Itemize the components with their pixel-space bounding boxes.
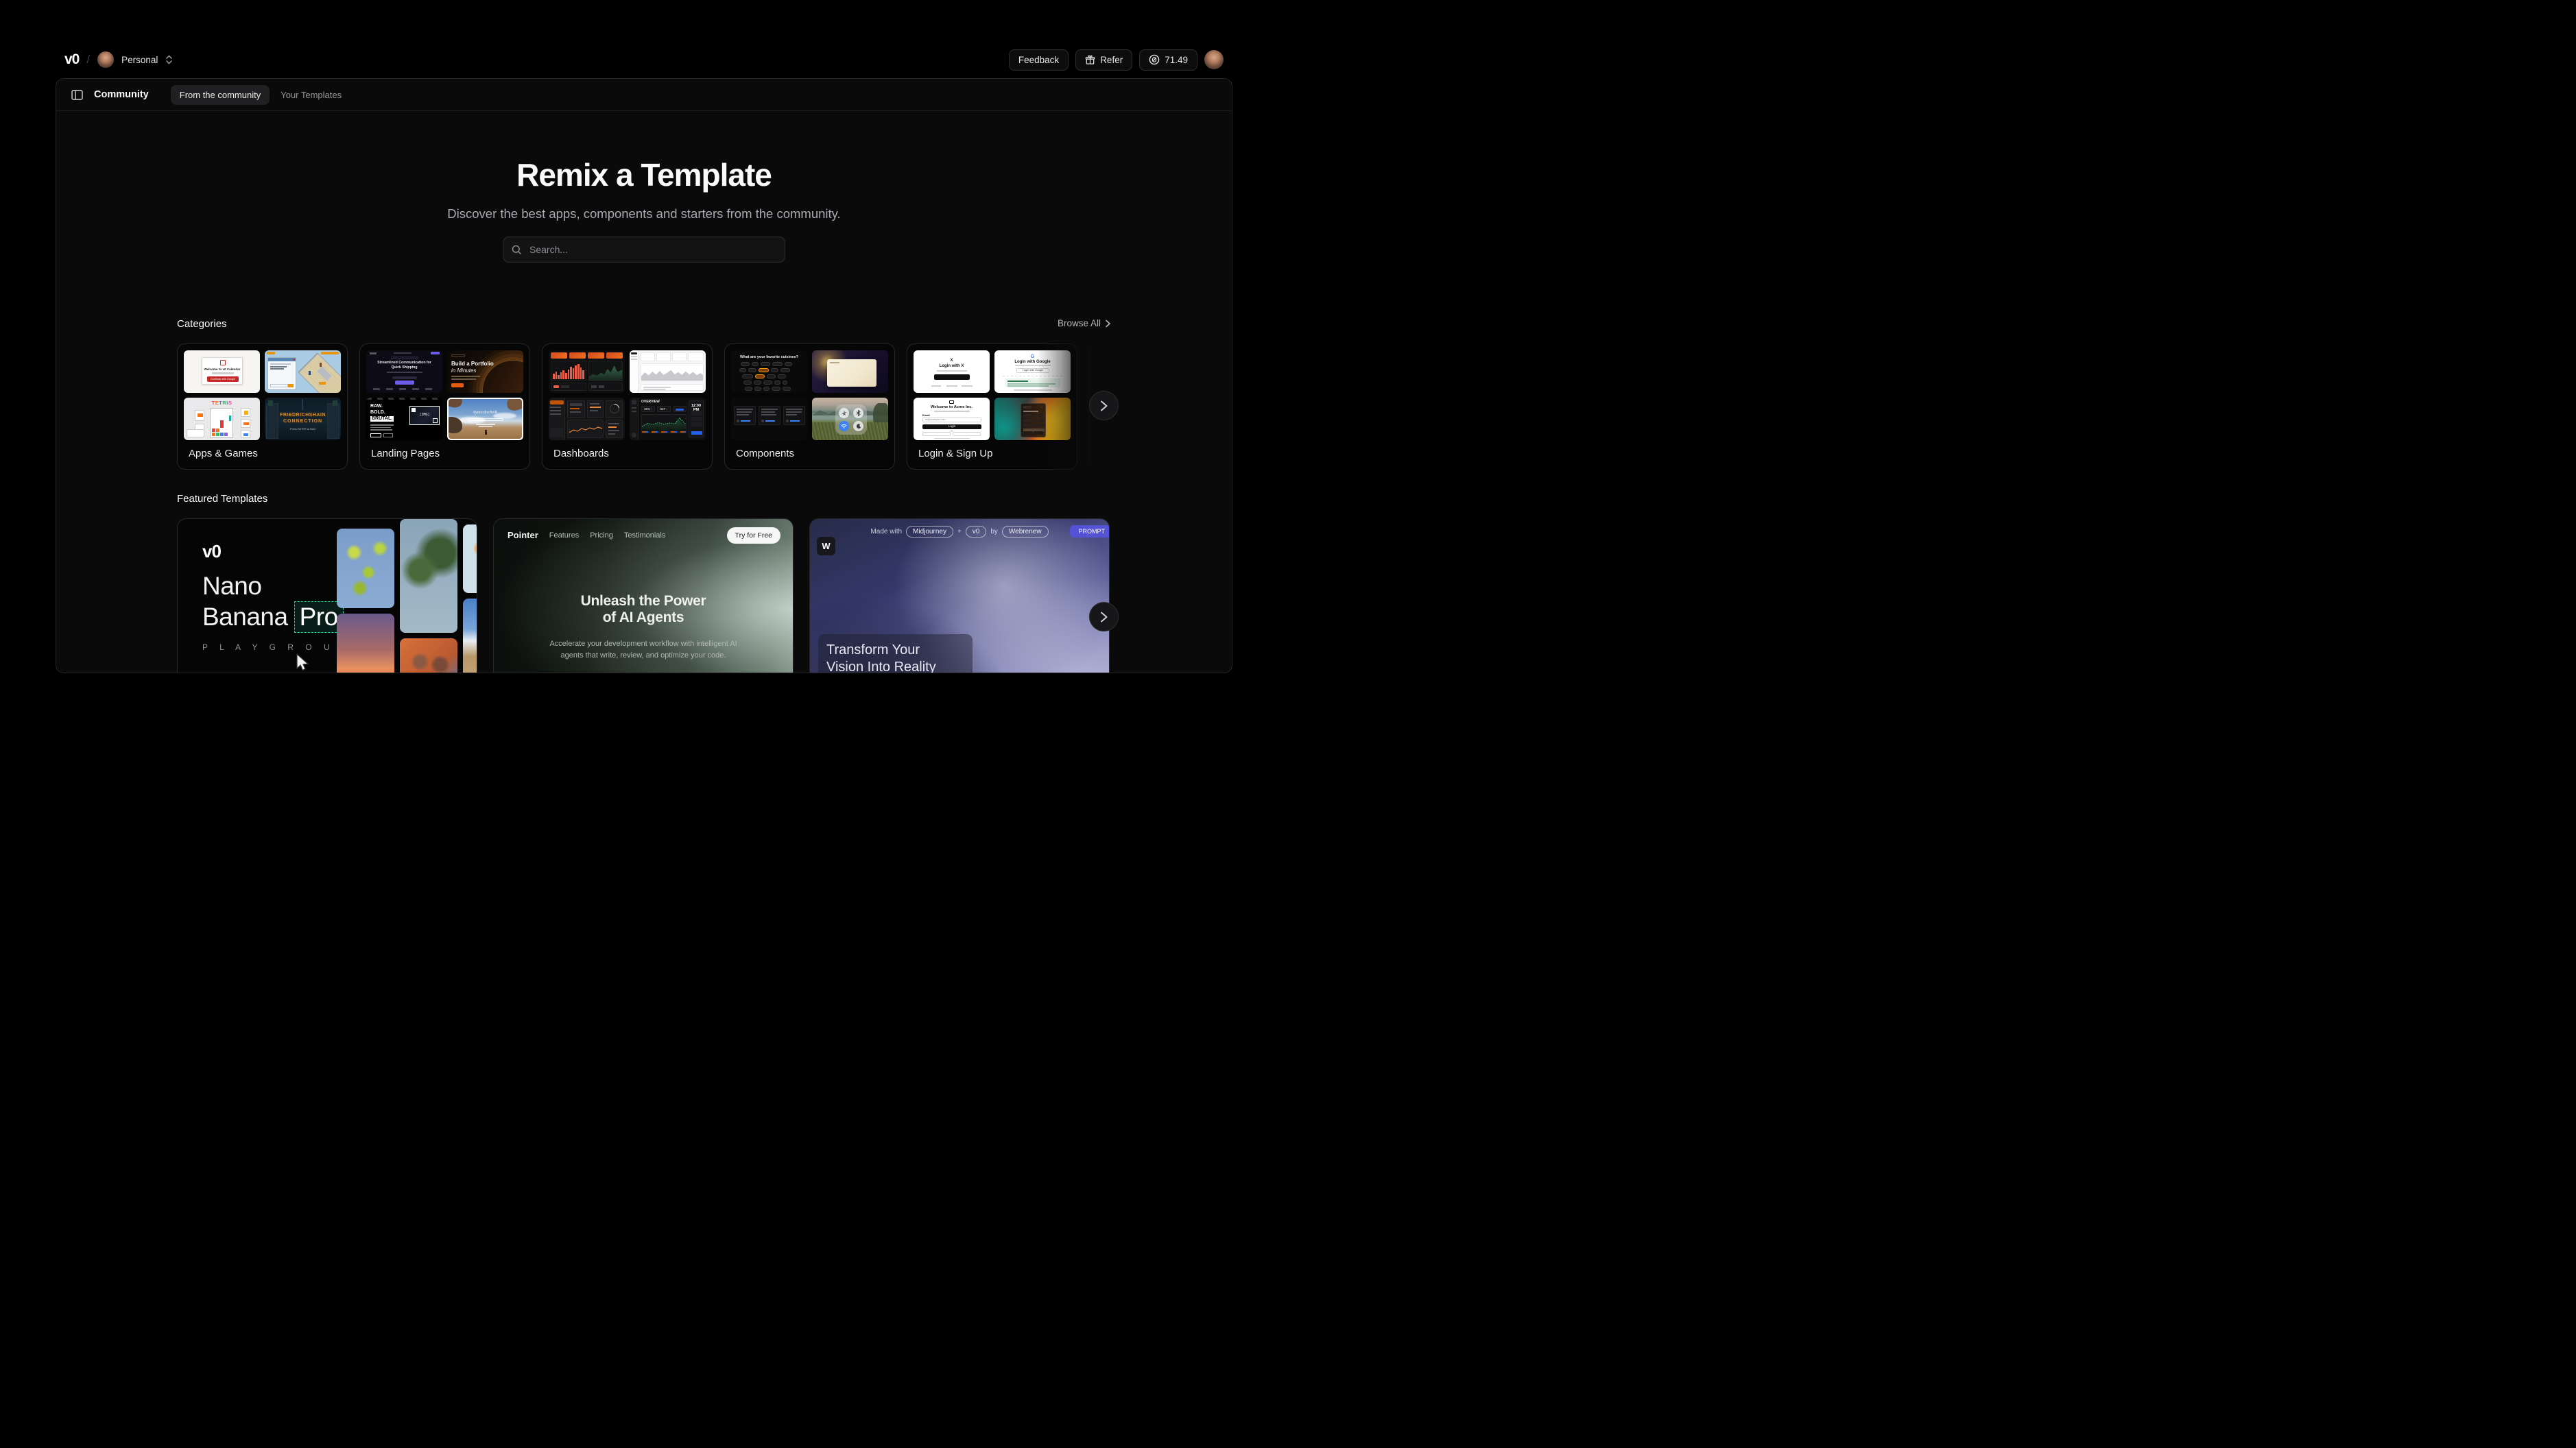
page-title: Community [94,89,149,100]
category-card-components[interactable]: What are your favorite cuisines? [724,343,895,470]
category-card-login-signup[interactable]: X Login with X G Login with Google [907,343,1077,470]
user-avatar[interactable] [1204,50,1224,69]
gift-icon [1085,55,1095,65]
category-card-landing-pages[interactable]: Streamlined Communication for Quick Ship… [359,343,530,470]
panel-header: Community From the community Your Templa… [56,79,1232,111]
browse-all-label: Browse All [1058,318,1101,328]
tab-from-the-community[interactable]: From the community [171,85,270,105]
top-bar-left: v0 / Personal [64,51,173,68]
webrenew-badges: Made with Midjourney + v0 by Webrenew [810,526,1109,538]
decor: OVERVIEW 45%↑ 647↓ 12:00 PM [549,350,706,440]
featured-card-nano-banana-pro[interactable]: v0 Nano BananaPro P L A Y G R O U N D [177,518,477,673]
featured-next-button[interactable] [1089,602,1119,631]
decor: What are your favorite cuisines? [731,350,888,440]
top-bar: v0 / Personal Feedback [64,47,1224,72]
featured-card-pointer[interactable]: Pointer Features Pricing Testimonials Tr… [493,518,794,673]
pro-selection-box: Pro [294,601,344,633]
pointer-nav: Pointer Features Pricing Testimonials [508,530,665,540]
hero-subtitle: Discover the best apps, components and s… [56,206,1232,221]
decor: X Login with X G Login with Google [914,350,1071,440]
tab-your-templates[interactable]: Your Templates [274,85,348,105]
category-label: Components [736,448,888,459]
midjourney-badge: Midjourney [906,526,953,538]
category-card-dashboards[interactable]: OVERVIEW 45%↑ 647↓ 12:00 PM [542,343,713,470]
categories-next-button[interactable] [1089,391,1119,420]
cursor-icon [296,653,311,671]
sidebar-toggle-icon[interactable] [71,90,83,100]
credits-icon [1149,54,1160,65]
refer-label: Refer [1100,55,1123,65]
pointer-subtitle: Accelerate your development workflow wit… [494,640,793,648]
feedback-button[interactable]: Feedback [1009,49,1069,71]
search-icon [512,245,522,255]
nano-photo-grid [337,519,477,673]
credits-value: 71.49 [1165,55,1188,65]
pointer-heading: Unleash the Power [494,593,793,610]
feedback-label: Feedback [1018,55,1059,65]
hero-title: Remix a Template [56,156,1232,194]
category-label: Blog [1101,448,1112,459]
category-label: Login & Sign Up [918,448,1071,459]
categories-label: Categories [177,318,227,330]
workspace-avatar[interactable] [97,51,114,68]
refer-button[interactable]: Refer [1075,49,1132,71]
community-panel: Community From the community Your Templa… [56,78,1232,673]
decor: Streamlined Communication for Quick Ship… [366,350,523,440]
webrenew-badge: Webrenew [1002,526,1049,538]
workspace-name[interactable]: Personal [121,55,158,65]
browse-all-link[interactable]: Browse All [1058,318,1111,328]
search-box[interactable] [503,237,785,263]
webrenew-logo: W [817,537,835,555]
credits-button[interactable]: 71.49 [1139,49,1197,71]
featured-carousel: v0 Nano BananaPro P L A Y G R O U N D [177,518,1112,673]
v0-logo[interactable]: v0 [64,51,79,68]
pointer-heading: of AI Agents [494,610,793,626]
featured-card-webrenew[interactable]: Made with Midjourney + v0 by Webrenew W … [809,518,1110,673]
pointer-try-free-button: Try for Free [727,527,780,544]
webrenew-info-panel: Transform Your Vision Into Reality Use G… [818,634,973,673]
category-label: Landing Pages [371,448,523,459]
category-card-apps-games[interactable]: Welcome to v0 Calendar Continue with Goo… [177,343,348,470]
prompt-button[interactable]: PROMPT [1070,525,1110,538]
pointer-subtitle: agents that write, review, and optimize … [494,651,793,660]
category-label: Dashboards [553,448,706,459]
chevron-up-down-icon[interactable] [165,55,173,64]
chevron-right-icon [1105,319,1111,328]
categories-carousel: Welcome to v0 Calendar Continue with Goo… [177,343,1112,474]
decor: Welcome to v0 Calendar Continue with Goo… [184,350,341,440]
breadcrumb-separator: / [86,53,90,67]
v0-badge: v0 [966,526,987,538]
featured-label: Featured Templates [177,493,267,505]
category-label: Apps & Games [189,448,341,459]
tabs: From the community Your Templates [171,85,348,105]
top-bar-right: Feedback Refer [1009,49,1224,71]
search-input[interactable] [528,243,776,256]
v0-community-page: v0 / Personal Feedback [0,0,1288,724]
nano-v0-logo: v0 [202,541,221,562]
